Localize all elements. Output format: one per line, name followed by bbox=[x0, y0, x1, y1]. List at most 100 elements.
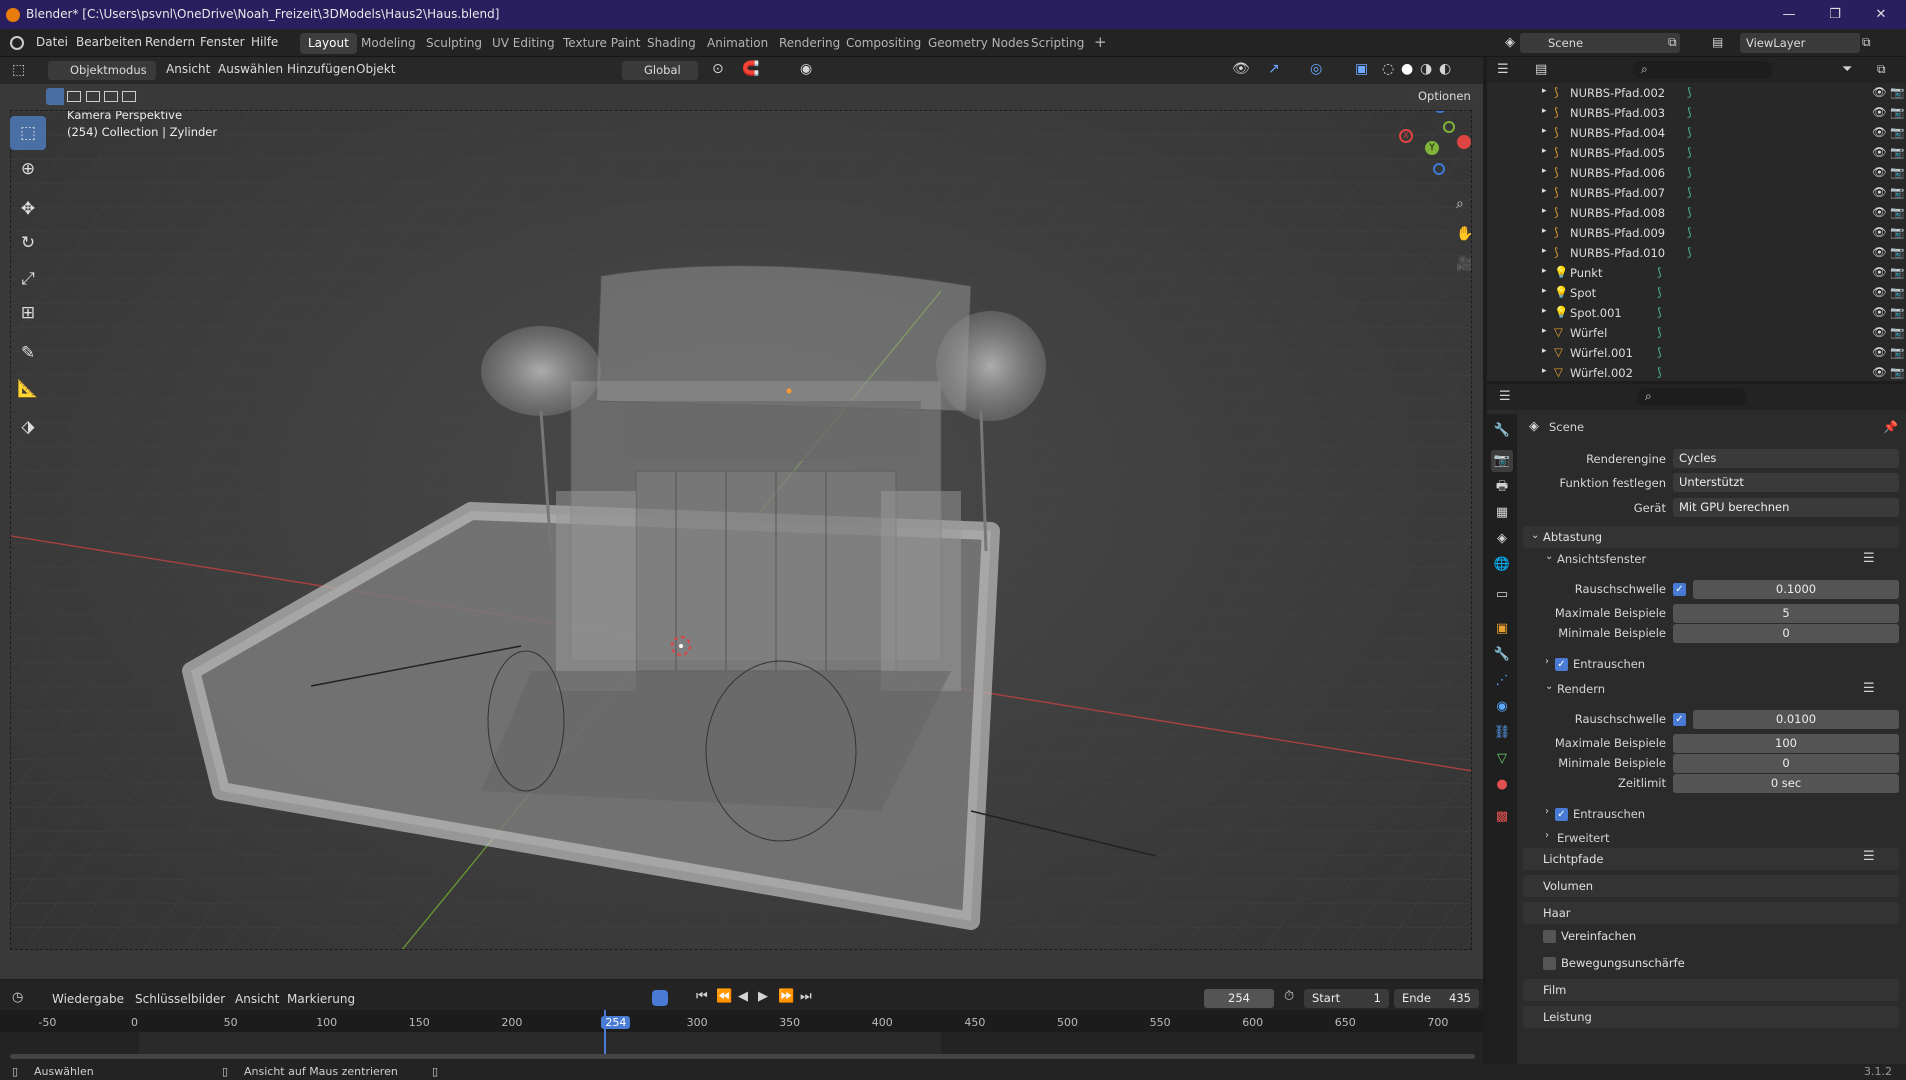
camera-icon[interactable]: 📷 bbox=[1890, 305, 1904, 319]
data-icon[interactable]: ⟆ bbox=[1687, 205, 1692, 219]
collection-tab-icon[interactable]: ▭ bbox=[1491, 584, 1513, 606]
menu-objekt[interactable]: Objekt bbox=[356, 62, 395, 76]
section-performance[interactable]: Leistung bbox=[1523, 1006, 1899, 1028]
eye-icon[interactable]: 👁 bbox=[1872, 125, 1887, 139]
physics-tab-icon[interactable]: ◉ bbox=[1491, 696, 1513, 718]
outliner-item[interactable]: ▸ ▽ Würfel ⟆ 👁 📷 bbox=[1487, 323, 1906, 343]
particles-tab-icon[interactable]: ⋰ bbox=[1491, 670, 1513, 692]
expand-icon[interactable]: ▸ bbox=[1542, 146, 1547, 156]
presets-list-icon[interactable]: ☰ bbox=[1863, 849, 1875, 864]
camera-icon[interactable]: 📷 bbox=[1890, 205, 1904, 219]
mode-dropdown[interactable]: Objektmodus bbox=[48, 61, 156, 80]
auto-keying-icon[interactable] bbox=[652, 990, 668, 1006]
transform-orientation-dropdown[interactable]: Global bbox=[622, 61, 698, 80]
menu-ansicht[interactable]: Ansicht bbox=[166, 62, 210, 76]
expand-icon[interactable]: ▸ bbox=[1542, 266, 1547, 276]
render-tab-icon[interactable]: 📷 bbox=[1491, 450, 1513, 472]
camera-icon[interactable]: 📷 bbox=[1890, 185, 1904, 199]
world-tab-icon[interactable]: 🌐 bbox=[1491, 554, 1513, 576]
menu-hilfe[interactable]: Hilfe bbox=[251, 35, 278, 49]
vp-denoise-checkbox[interactable]: ✓ bbox=[1555, 658, 1568, 671]
eye-icon[interactable]: 👁 bbox=[1872, 105, 1887, 119]
menu-hinzufuegen[interactable]: Hinzufügen bbox=[287, 62, 355, 76]
data-icon[interactable]: ⟆ bbox=[1687, 85, 1692, 99]
camera-icon[interactable]: 📷 bbox=[1890, 125, 1904, 139]
tab-modeling[interactable]: Modeling bbox=[353, 33, 424, 54]
expand-icon[interactable]: ▸ bbox=[1542, 166, 1547, 176]
timeline-editor-icon[interactable]: ◷ bbox=[12, 990, 23, 1005]
vp-denoise-label[interactable]: Entrauschen bbox=[1573, 657, 1645, 671]
data-icon[interactable]: ⟆ bbox=[1687, 245, 1692, 259]
gizmo-y[interactable]: Y bbox=[1425, 141, 1439, 155]
outliner-search-input[interactable]: ⌕ bbox=[1633, 61, 1773, 79]
camera-view-icon[interactable]: 🎥 bbox=[1456, 256, 1471, 272]
data-icon[interactable]: ⟆ bbox=[1687, 105, 1692, 119]
menu-markierung[interactable]: Markierung bbox=[287, 992, 355, 1006]
menu-fenster[interactable]: Fenster bbox=[200, 35, 245, 49]
outliner-item[interactable]: ▸ ⟆ NURBS-Pfad.002 ⟆ 👁 📷 bbox=[1487, 83, 1906, 103]
rotate-tool-icon[interactable]: ↻ bbox=[10, 226, 46, 260]
r-min-field[interactable]: 0 bbox=[1673, 754, 1899, 773]
tab-compositing[interactable]: Compositing bbox=[838, 33, 929, 54]
vp-max-field[interactable]: 5 bbox=[1673, 604, 1899, 623]
eye-icon[interactable]: 👁 bbox=[1872, 345, 1887, 359]
new-scene-icon[interactable]: ⧉ bbox=[1668, 35, 1677, 50]
eye-icon[interactable]: 👁 bbox=[1872, 245, 1887, 259]
outliner-item[interactable]: ▸ ▽ Würfel.002 ⟆ 👁 📷 bbox=[1487, 363, 1906, 383]
new-collection-icon[interactable]: ⧉ bbox=[1877, 62, 1886, 77]
shading-rendered-icon[interactable]: ◐ bbox=[1439, 61, 1451, 77]
annotate-tool-icon[interactable]: ✎ bbox=[10, 336, 46, 370]
outliner-item[interactable]: ▸ ⟆ NURBS-Pfad.005 ⟆ 👁 📷 bbox=[1487, 143, 1906, 163]
data-tab-icon[interactable]: ▽ bbox=[1491, 748, 1513, 770]
viewlayer-tab-icon[interactable]: ▦ bbox=[1491, 502, 1513, 524]
tab-shading[interactable]: Shading bbox=[639, 33, 704, 54]
r-denoise-checkbox[interactable]: ✓ bbox=[1555, 808, 1568, 821]
camera-icon[interactable]: 📷 bbox=[1890, 365, 1904, 379]
navigation-gizmo[interactable]: Z X Y bbox=[1391, 111, 1471, 179]
select-mode-invert-icon[interactable] bbox=[104, 91, 118, 102]
device-dropdown[interactable]: Mit GPU berechnen bbox=[1673, 498, 1899, 517]
camera-icon[interactable]: 📷 bbox=[1890, 85, 1904, 99]
camera-icon[interactable]: 📷 bbox=[1890, 345, 1904, 359]
vp-noise-checkbox[interactable]: ✓ bbox=[1673, 583, 1686, 596]
render-engine-dropdown[interactable]: Cycles bbox=[1673, 449, 1899, 468]
expand-icon[interactable]: ▸ bbox=[1542, 226, 1547, 236]
camera-icon[interactable]: 📷 bbox=[1890, 325, 1904, 339]
scene-selector[interactable]: Scene bbox=[1520, 33, 1680, 53]
camera-icon[interactable]: 📷 bbox=[1890, 105, 1904, 119]
camera-icon[interactable]: 📷 bbox=[1890, 245, 1904, 259]
expand-icon[interactable]: ▸ bbox=[1542, 326, 1547, 336]
expand-icon[interactable]: ▸ bbox=[1542, 86, 1547, 96]
expand-icon[interactable]: ▸ bbox=[1542, 126, 1547, 136]
zoom-icon[interactable]: ⌕ bbox=[1456, 196, 1464, 212]
close-icon[interactable]: ✕ bbox=[1858, 0, 1904, 29]
outliner-item[interactable]: ▸ ⟆ NURBS-Pfad.007 ⟆ 👁 📷 bbox=[1487, 183, 1906, 203]
eye-icon[interactable]: 👁 bbox=[1872, 145, 1887, 159]
eye-icon[interactable]: 👁 bbox=[1872, 325, 1887, 339]
shading-material-icon[interactable]: ◑ bbox=[1420, 61, 1432, 77]
eye-icon[interactable]: 👁 bbox=[1872, 185, 1887, 199]
feature-set-dropdown[interactable]: Unterstützt bbox=[1673, 473, 1899, 492]
proportional-edit-icon[interactable]: ◉ bbox=[800, 61, 812, 77]
move-tool-icon[interactable]: ✥ bbox=[10, 192, 46, 226]
eye-icon[interactable]: 👁 bbox=[1872, 285, 1887, 299]
section-light-paths[interactable]: Lichtpfade bbox=[1523, 848, 1899, 870]
play-reverse-icon[interactable]: ◀ bbox=[738, 989, 748, 1004]
outliner-item[interactable]: ▸ ⟆ NURBS-Pfad.010 ⟆ 👁 📷 bbox=[1487, 243, 1906, 263]
blender-menu-icon[interactable] bbox=[10, 36, 24, 50]
r-noise-checkbox[interactable]: ✓ bbox=[1673, 713, 1686, 726]
viewlayer-selector[interactable]: ViewLayer bbox=[1740, 33, 1860, 53]
expand-icon[interactable]: ▸ bbox=[1542, 246, 1547, 256]
jump-end-icon[interactable]: ⏭ bbox=[800, 989, 812, 1004]
r-denoise-label[interactable]: Entrauschen bbox=[1573, 807, 1645, 821]
menu-datei[interactable]: Datei bbox=[36, 35, 68, 49]
expand-icon[interactable]: ▸ bbox=[1542, 346, 1547, 356]
eye-icon[interactable]: 👁 bbox=[1872, 265, 1887, 279]
prev-keyframe-icon[interactable]: ⏪ bbox=[716, 989, 732, 1004]
add-cube-tool-icon[interactable]: ⬗ bbox=[10, 410, 46, 444]
menu-auswaehlen[interactable]: Auswählen bbox=[218, 62, 283, 76]
properties-search-input[interactable]: ⌕ bbox=[1637, 388, 1747, 406]
gizmo-toggle-icon[interactable]: ↗ bbox=[1268, 61, 1280, 77]
section-hair[interactable]: Haar bbox=[1523, 902, 1899, 924]
select-mode-extend-icon[interactable] bbox=[67, 91, 81, 102]
